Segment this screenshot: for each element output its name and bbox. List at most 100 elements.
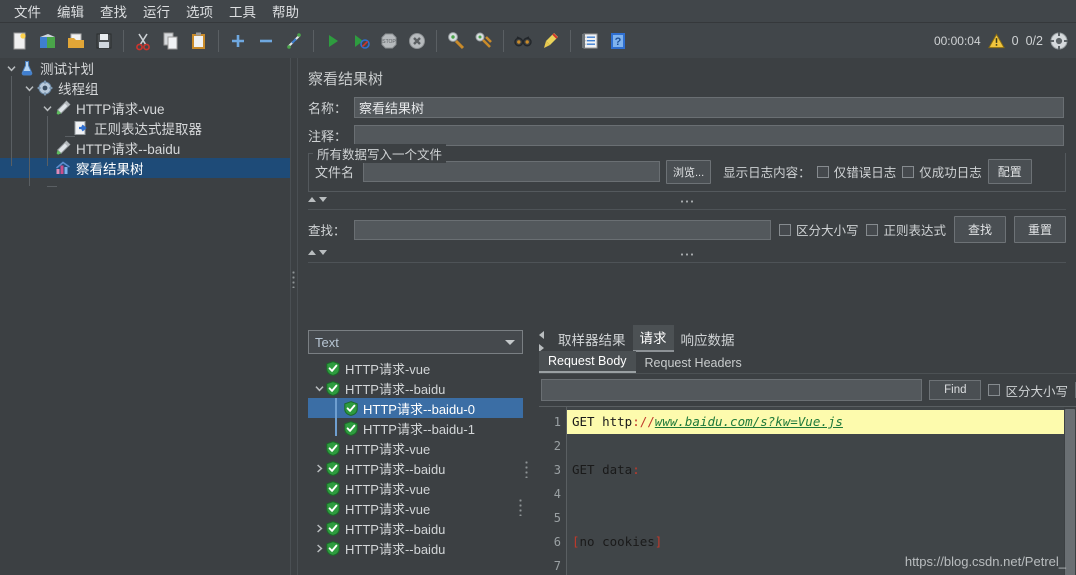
tree-node[interactable]: 正则表达式提取器	[0, 118, 290, 138]
sampler-results-tree[interactable]: HTTP请求-vue HTTP请求--baidu HTTP请求--baidu-0 HT…	[308, 358, 523, 575]
menu-run[interactable]: 运行	[135, 0, 178, 23]
success-only-checkbox[interactable]: 仅成功日志	[902, 162, 982, 181]
panel-splitter-top[interactable]	[308, 196, 1066, 210]
result-row[interactable]: HTTP请求--baidu	[308, 378, 523, 398]
menu-options[interactable]: 选项	[178, 0, 221, 23]
result-row[interactable]: HTTP请求-vue	[308, 358, 523, 378]
open-folder-icon[interactable]	[63, 28, 89, 54]
search-input[interactable]	[353, 219, 771, 240]
gear-icon[interactable]	[1050, 32, 1068, 50]
scrollbar-thumb[interactable]	[1065, 409, 1075, 575]
code-line[interactable]: [no cookies]	[567, 530, 1076, 554]
browse-button[interactable]: 浏览...	[666, 159, 712, 184]
warning-triangle-icon[interactable]	[987, 33, 1005, 49]
splitter-arrows[interactable]	[308, 197, 327, 202]
menu-help[interactable]: 帮助	[264, 0, 307, 23]
chevron-down-icon[interactable]	[22, 78, 36, 98]
tab-scroll-arrows[interactable]	[539, 331, 548, 352]
chevron-down-icon[interactable]	[319, 197, 327, 202]
result-row[interactable]: HTTP请求--baidu-0	[308, 398, 523, 418]
request-subtab[interactable]: Request Headers	[636, 353, 751, 373]
tree-node[interactable]: 察看结果树	[0, 158, 290, 178]
collapse-icon[interactable]	[253, 28, 279, 54]
result-row[interactable]: HTTP请求-vue	[308, 438, 523, 458]
result-row[interactable]: HTTP请求-vue	[308, 498, 523, 518]
search-icon[interactable]	[510, 28, 536, 54]
request-subtab[interactable]: Request Body	[539, 351, 636, 373]
code-line[interactable]	[567, 506, 1076, 530]
panel-splitter-bottom[interactable]	[308, 249, 1066, 263]
tree-node[interactable]: HTTP请求--baidu	[0, 138, 290, 158]
main-splitter[interactable]	[290, 58, 298, 575]
copy-icon[interactable]	[158, 28, 184, 54]
result-row[interactable]: HTTP请求--baidu	[308, 458, 523, 478]
code-content[interactable]: GET http://www.baidu.com/s?kw=Vue.js GET…	[567, 407, 1076, 575]
code-link[interactable]: www.baidu.com/s?kw=Vue.js	[655, 414, 843, 429]
templates-icon[interactable]	[35, 28, 61, 54]
clear-icon[interactable]	[443, 28, 469, 54]
shutdown-icon[interactable]	[404, 28, 430, 54]
reset-button[interactable]: 重置	[1013, 216, 1066, 243]
results-splitter[interactable]	[523, 330, 530, 575]
save-icon[interactable]	[91, 28, 117, 54]
toggle-icon[interactable]	[281, 28, 307, 54]
paste-icon[interactable]	[186, 28, 212, 54]
tree-node[interactable]: HTTP请求-vue	[0, 98, 290, 118]
chevron-right-icon[interactable]	[312, 543, 326, 553]
search-regex-checkbox[interactable]: 正则表达式	[866, 220, 946, 239]
configure-button[interactable]: 配置	[987, 159, 1032, 184]
result-row[interactable]: HTTP请求--baidu	[308, 518, 523, 538]
detail-find-input[interactable]	[541, 379, 923, 401]
chevron-down-icon[interactable]	[504, 338, 516, 346]
menu-search[interactable]: 查找	[92, 0, 135, 23]
cut-icon[interactable]	[130, 28, 156, 54]
result-row[interactable]: HTTP请求-vue	[308, 478, 523, 498]
detail-tab[interactable]: 响应数据	[674, 327, 742, 352]
start-no-pauses-icon[interactable]	[348, 28, 374, 54]
chevron-right-icon[interactable]	[312, 523, 326, 533]
code-line[interactable]: GET data:	[567, 458, 1076, 482]
filename-input[interactable]	[363, 161, 660, 182]
chevron-down-icon[interactable]	[312, 384, 326, 393]
search-case-sensitive-checkbox[interactable]: 区分大小写	[778, 220, 858, 239]
result-row[interactable]: HTTP请求--baidu-1	[308, 418, 523, 438]
chevron-left-icon[interactable]	[539, 331, 544, 339]
search-label: 查找：	[308, 224, 346, 238]
renderer-select[interactable]: Text	[308, 330, 523, 354]
tree-node[interactable]: 测试计划	[0, 58, 290, 78]
function-helper-icon[interactable]	[577, 28, 603, 54]
code-line[interactable]	[567, 434, 1076, 458]
errors-only-checkbox[interactable]: 仅错误日志	[816, 162, 896, 181]
help-icon[interactable]: ?	[605, 28, 631, 54]
splitter-arrows[interactable]	[308, 250, 327, 255]
clear-all-icon[interactable]	[471, 28, 497, 54]
chevron-down-icon[interactable]	[40, 98, 54, 118]
detail-case-sensitive-checkbox[interactable]: 区分大小写	[988, 381, 1068, 400]
menu-file[interactable]: 文件	[6, 0, 49, 23]
new-document-icon[interactable]	[7, 28, 33, 54]
stop-icon[interactable]: STOP	[376, 28, 402, 54]
detail-tab[interactable]: 取样器结果	[551, 327, 633, 352]
tree-node[interactable]: 线程组	[0, 78, 290, 98]
comment-input[interactable]	[354, 125, 1064, 146]
code-line[interactable]: GET http://www.baidu.com/s?kw=Vue.js	[567, 410, 1076, 434]
chevron-right-icon[interactable]	[312, 463, 326, 473]
find-button[interactable]: 查找	[953, 216, 1006, 243]
menu-tools[interactable]: 工具	[221, 0, 264, 23]
start-icon[interactable]	[320, 28, 346, 54]
chevron-up-icon[interactable]	[308, 197, 316, 202]
expand-icon[interactable]	[225, 28, 251, 54]
chevron-up-icon[interactable]	[308, 250, 316, 255]
detail-find-button[interactable]: Find	[929, 380, 982, 400]
code-scrollbar[interactable]	[1064, 407, 1076, 575]
chevron-down-icon[interactable]	[319, 250, 327, 255]
chevron-down-icon[interactable]	[4, 58, 18, 78]
result-row[interactable]: HTTP请求--baidu	[308, 538, 523, 558]
search-reset-icon[interactable]	[538, 28, 564, 54]
request-body-viewer[interactable]: 1 2 3 4 5 6 7 GET http://www.baidu.com/s?kw=Vu…	[539, 406, 1076, 575]
test-plan-tree[interactable]: 测试计划 线程组 HTTP请求-vue 正则表达式提取器 HTTP请求--baidu 察看…	[0, 58, 290, 575]
name-input[interactable]: 察看结果树	[354, 97, 1064, 118]
detail-tab[interactable]: 请求	[632, 325, 674, 352]
code-line[interactable]	[567, 482, 1076, 506]
menu-edit[interactable]: 编辑	[49, 0, 92, 23]
